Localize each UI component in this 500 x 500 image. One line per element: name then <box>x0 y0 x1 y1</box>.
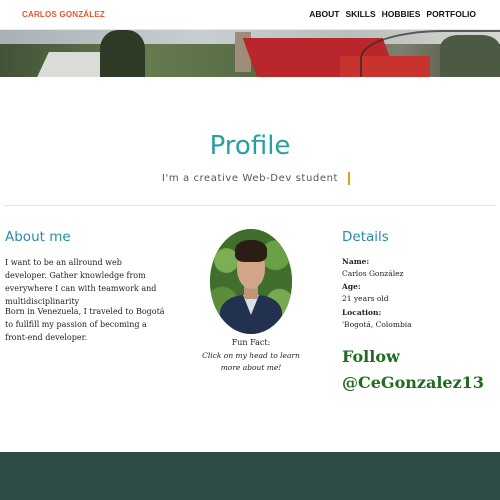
brand-logo-text[interactable]: CARLOS GONZÁLEZ <box>22 10 105 19</box>
footer <box>0 452 500 500</box>
avatar-hair <box>235 240 267 262</box>
about-paragraph-1: I want to be an allround web developer. … <box>5 258 157 306</box>
typing-cursor <box>348 172 350 185</box>
detail-name-label: Name: <box>342 257 370 266</box>
page-subtitle: I'm a creative Web-Dev student <box>161 173 339 184</box>
follow-line-1: Follow <box>342 347 400 366</box>
about-paragraph-2: Born in Venezuela, I traveled to Bogotá … <box>5 307 165 342</box>
hero-banner-image <box>0 30 500 77</box>
nav-item-skills[interactable]: SKILLS <box>345 9 375 19</box>
about-heading: About me <box>5 229 71 245</box>
fun-fact-text: Click on my head to learn more about me! <box>202 351 300 372</box>
top-nav: CARLOS GONZÁLEZ ABOUT SKILLS HOBBIES POR… <box>0 0 500 30</box>
follow-link[interactable]: Follow @CeGonzalez13 <box>342 344 484 396</box>
profile-photo-avatar[interactable] <box>210 229 292 334</box>
page-title: Profile <box>209 131 291 161</box>
nav-item-hobbies[interactable]: HOBBIES <box>382 9 421 19</box>
fun-fact-label: Fun Fact: <box>231 338 271 347</box>
detail-location-label: Location: <box>342 308 382 317</box>
detail-age-label: Age: <box>342 282 361 291</box>
details-heading: Details <box>342 229 389 245</box>
nav-item-about[interactable]: ABOUT <box>309 9 339 19</box>
detail-age-value: 21 years old <box>342 294 389 303</box>
follow-handle: @CeGonzalez13 <box>342 373 484 392</box>
section-divider <box>4 205 496 206</box>
hero-tree <box>100 30 145 77</box>
nav-item-portfolio[interactable]: PORTFOLIO <box>426 9 476 19</box>
nav-menu: ABOUT SKILLS HOBBIES PORTFOLIO <box>309 9 476 19</box>
detail-name-value: Carlos González <box>342 269 404 278</box>
detail-location-value: 'Bogotá, Colombia <box>342 320 412 329</box>
